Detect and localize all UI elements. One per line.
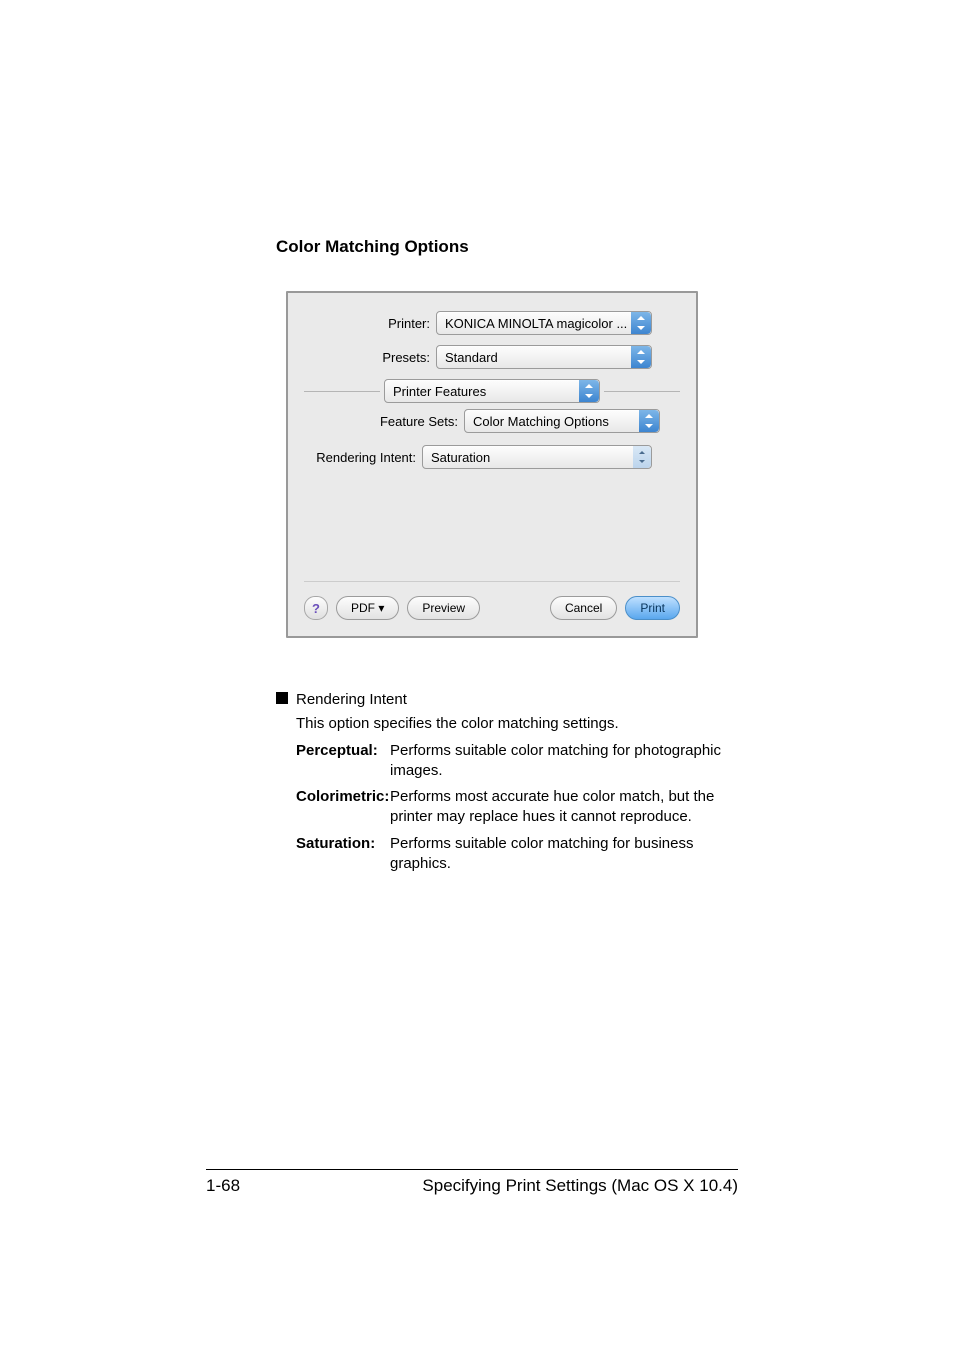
definition-body: Performs suitable color matching for bus… (390, 834, 736, 875)
popup-arrows-icon (631, 346, 651, 368)
popup-arrows-icon (631, 312, 651, 334)
presets-select-value: Standard (437, 350, 506, 365)
pane-select[interactable]: Printer Features (384, 379, 600, 403)
printer-select-value: KONICA MINOLTA magicolor ... (437, 316, 631, 331)
feature-sets-select[interactable]: Color Matching Options (464, 409, 660, 433)
presets-select[interactable]: Standard (436, 345, 652, 369)
definition-body: Performs most accurate hue color match, … (390, 787, 736, 828)
divider (304, 391, 380, 392)
definition-body: Performs suitable color matching for pho… (390, 741, 736, 782)
footer-title: Specifying Print Settings (Mac OS X 10.4… (422, 1176, 738, 1196)
popup-arrows-icon (639, 410, 659, 432)
definition-row: Perceptual Performs suitable color match… (296, 741, 736, 782)
print-dialog: Printer: KONICA MINOLTA magicolor ... Pr… (286, 291, 698, 638)
page-number: 1-68 (206, 1176, 240, 1196)
definition-term: Saturation (296, 834, 390, 875)
printer-select[interactable]: KONICA MINOLTA magicolor ... (436, 311, 652, 335)
popup-arrows-icon (633, 446, 651, 468)
rendering-intent-select-value: Saturation (423, 450, 498, 465)
section-heading: Color Matching Options (276, 237, 726, 257)
pdf-button[interactable]: PDF ▾ (336, 596, 399, 620)
feature-sets-label: Feature Sets: (304, 414, 464, 429)
rendering-intent-label: Rendering Intent: (304, 450, 422, 465)
printer-label: Printer: (304, 316, 436, 331)
bullet-description: This option specifies the color matching… (296, 714, 736, 734)
definition-row: Colorimetric Performs most accurate hue … (296, 787, 736, 828)
preview-button[interactable]: Preview (407, 596, 480, 620)
feature-sets-select-value: Color Matching Options (465, 414, 617, 429)
definition-row: Saturation Performs suitable color match… (296, 834, 736, 875)
help-button[interactable]: ? (304, 596, 328, 620)
bullet-title: Rendering Intent (296, 690, 407, 710)
definition-term: Colorimetric (296, 787, 390, 828)
divider (604, 391, 680, 392)
presets-label: Presets: (304, 350, 436, 365)
pane-select-value: Printer Features (385, 384, 494, 399)
definition-term: Perceptual (296, 741, 390, 782)
bullet-square-icon (276, 692, 288, 704)
cancel-button[interactable]: Cancel (550, 596, 617, 620)
rendering-intent-select[interactable]: Saturation (422, 445, 652, 469)
body-text: Rendering Intent This option specifies t… (276, 690, 736, 874)
print-button[interactable]: Print (625, 596, 680, 620)
popup-arrows-icon (579, 380, 599, 402)
